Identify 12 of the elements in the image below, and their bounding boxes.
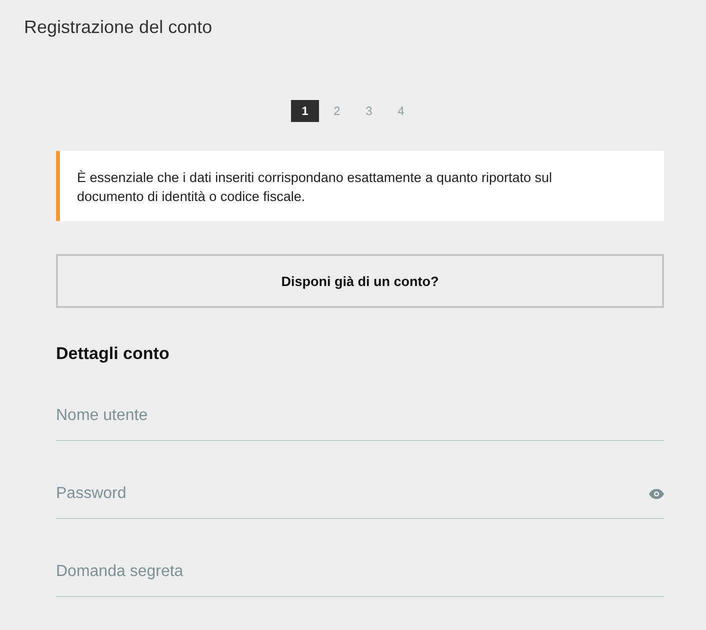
section-title: Dettagli conto (56, 343, 170, 365)
input-field[interactable]: Nome utente (56, 406, 664, 424)
notice-text: È essenziale che i dati inseriti corrispondano esattamente a quanto riportato sul documento di identità o codice fiscale. (56, 151, 664, 221)
step-tab[interactable]: 3 (355, 100, 383, 122)
login-button[interactable]: Disponi già di un conto? (56, 254, 664, 308)
step-tab[interactable]: 4 (387, 100, 415, 122)
page-title: Registrazione del conto (24, 16, 214, 38)
step-tab[interactable]: 1 (291, 100, 319, 122)
input-field[interactable]: Domanda segreta (56, 562, 664, 580)
input-field[interactable]: Password (56, 484, 649, 502)
eye-icon[interactable] (649, 488, 664, 498)
step-tab[interactable]: 2 (323, 100, 351, 122)
